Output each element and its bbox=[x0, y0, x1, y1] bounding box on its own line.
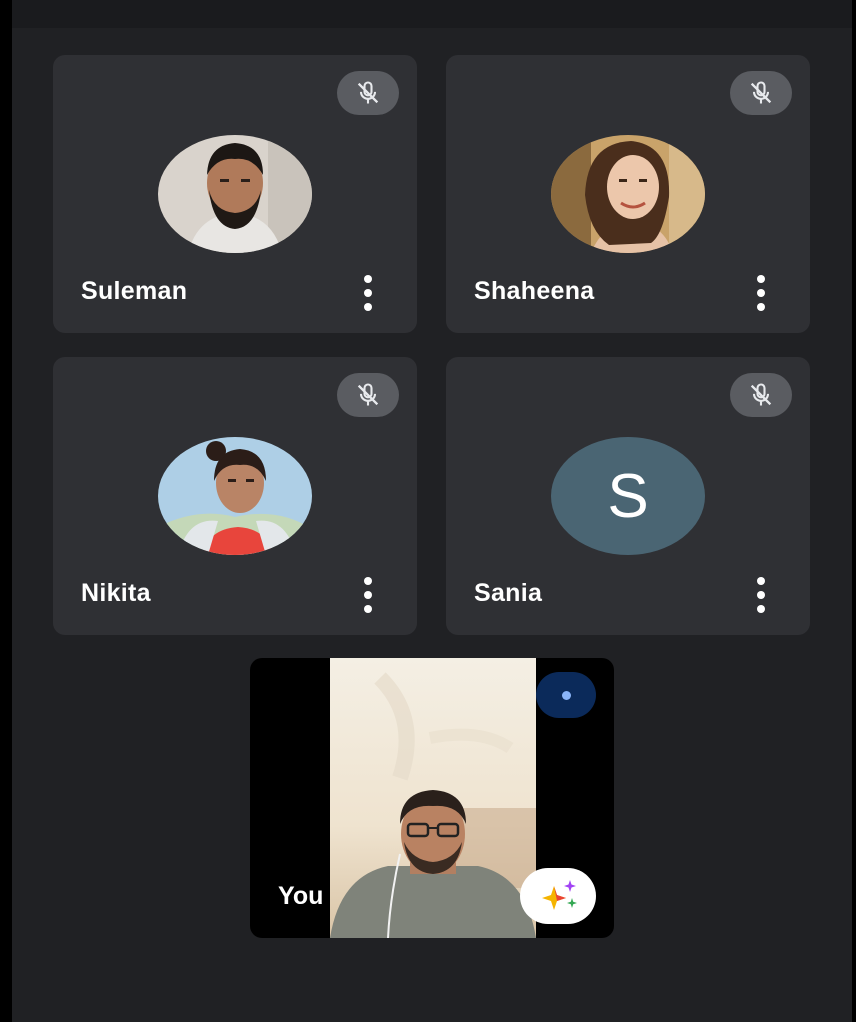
meeting-screen: Suleman Shaheena Nikita S Sania You bbox=[12, 0, 852, 1022]
self-camera-feed bbox=[330, 658, 536, 938]
avatar bbox=[158, 135, 312, 253]
avatar bbox=[551, 135, 705, 253]
participant-tile-nikita[interactable]: Nikita bbox=[53, 357, 417, 635]
mic-off-icon bbox=[357, 81, 379, 104]
mic-off-badge bbox=[337, 71, 399, 115]
speaking-indicator-icon bbox=[536, 672, 596, 718]
participant-tile-sania[interactable]: S Sania bbox=[446, 357, 810, 635]
effects-button[interactable] bbox=[520, 868, 596, 924]
mic-off-badge bbox=[337, 373, 399, 417]
mic-off-badge bbox=[730, 71, 792, 115]
top-bar bbox=[12, 0, 852, 28]
more-vert-icon[interactable] bbox=[754, 577, 768, 613]
participant-name: Shaheena bbox=[474, 277, 595, 305]
participant-tile-shaheena[interactable]: Shaheena bbox=[446, 55, 810, 333]
mic-off-icon bbox=[357, 383, 379, 406]
self-label: You bbox=[278, 882, 324, 910]
avatar-initial: S bbox=[607, 461, 649, 531]
participant-tile-suleman[interactable]: Suleman bbox=[53, 55, 417, 333]
participant-name: Suleman bbox=[81, 277, 188, 305]
participant-name: Sania bbox=[474, 579, 543, 607]
letter-avatar: S bbox=[551, 437, 705, 555]
mic-off-icon bbox=[750, 81, 772, 104]
mic-off-icon bbox=[750, 383, 772, 406]
more-vert-icon[interactable] bbox=[361, 577, 375, 613]
more-vert-icon[interactable] bbox=[361, 275, 375, 311]
sparkle-effects-icon bbox=[542, 880, 577, 910]
self-view-tile[interactable]: You bbox=[250, 658, 614, 938]
avatar bbox=[158, 437, 312, 555]
more-vert-icon[interactable] bbox=[754, 275, 768, 311]
participant-name: Nikita bbox=[81, 579, 151, 607]
mic-off-badge bbox=[730, 373, 792, 417]
